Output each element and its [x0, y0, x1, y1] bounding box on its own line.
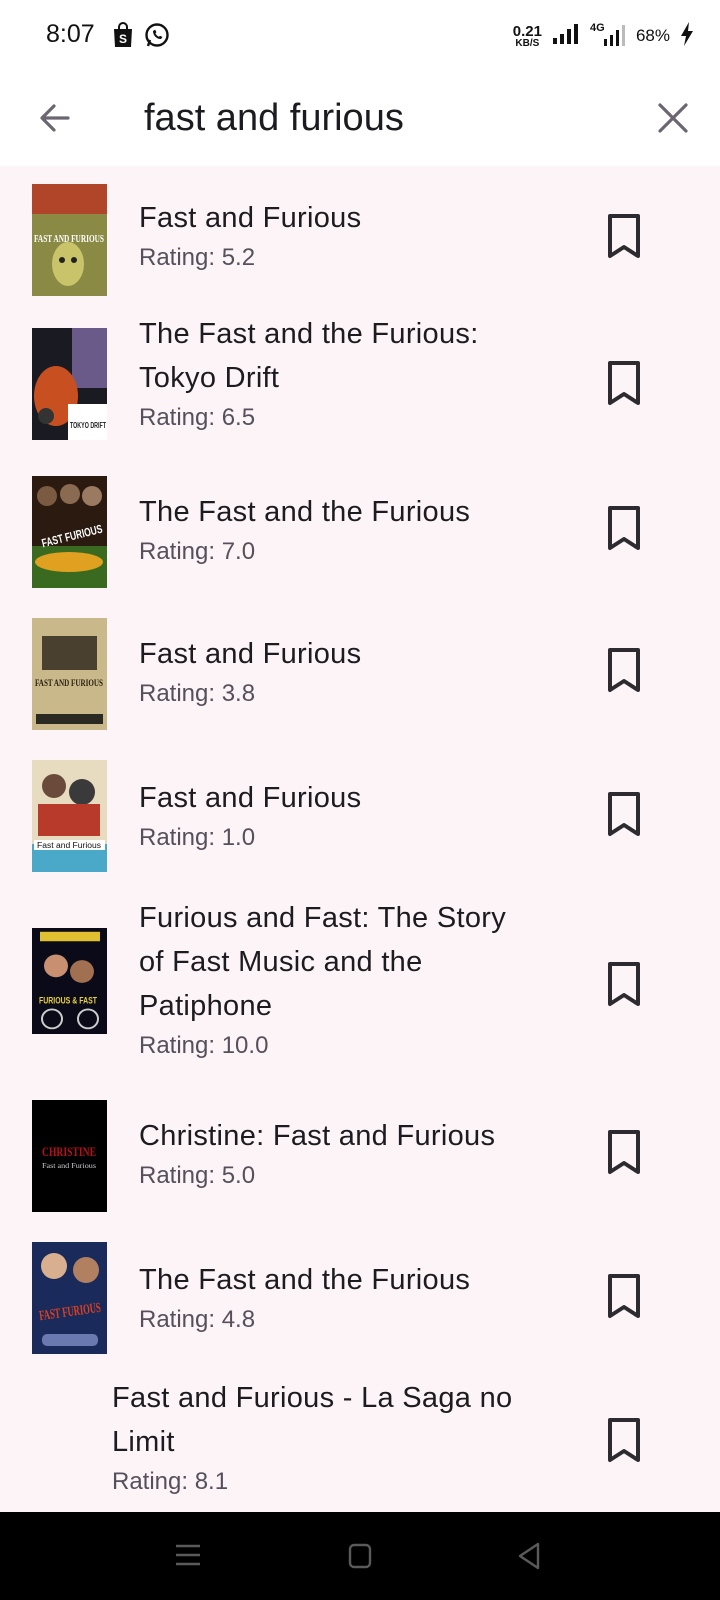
- movie-poster: Fast and Furious: [32, 760, 107, 872]
- arrow-left-icon: [40, 104, 70, 132]
- movie-rating: Rating: 3.8: [139, 680, 256, 707]
- movie-poster: CHRISTINE Fast and Furious: [32, 1100, 107, 1212]
- movie-poster: FURIOUS & FAST: [32, 928, 107, 1034]
- movie-title: Furious and Fast: The Story of Fast Musi…: [139, 902, 507, 1022]
- shopping-bag-icon: S: [112, 22, 134, 53]
- battery-level: 68%: [635, 26, 670, 45]
- menu-button[interactable]: [168, 1540, 208, 1572]
- movie-title: Fast and Furious: [139, 782, 362, 814]
- charging-icon: [680, 21, 694, 51]
- back-button[interactable]: [34, 97, 76, 139]
- menu-icon: [176, 1544, 200, 1566]
- svg-text:Fast and Furious: Fast and Furious: [37, 841, 101, 850]
- bookmark-icon[interactable]: [604, 212, 644, 262]
- movie-rating: Rating: 10.0: [139, 1032, 269, 1059]
- search-input[interactable]: [144, 90, 604, 146]
- bookmark-icon[interactable]: [604, 1128, 644, 1178]
- signal-icon: [552, 23, 580, 50]
- bookmark-icon[interactable]: [604, 960, 644, 1010]
- whatsapp-icon: [144, 22, 170, 53]
- list-item[interactable]: FAST FURIOUS The Fast and the Furious Ra…: [0, 1226, 720, 1368]
- list-item[interactable]: CHRISTINE Fast and Furious Christine: Fa…: [0, 1082, 720, 1226]
- movie-title: The Fast and the Furious: [139, 1264, 471, 1296]
- movie-rating: Rating: 6.5: [139, 404, 256, 431]
- movie-poster: FAST FURIOUS: [32, 1242, 107, 1354]
- svg-text:Fast and Furious: Fast and Furious: [42, 1162, 96, 1170]
- bookmark-icon[interactable]: [604, 790, 644, 840]
- close-icon: [658, 103, 688, 133]
- list-item[interactable]: FURIOUS & FAST Furious and Fast: The Sto…: [0, 886, 720, 1082]
- movie-rating: Rating: 5.0: [139, 1162, 256, 1189]
- movie-poster: TOKYO DRIFT: [32, 328, 107, 440]
- list-item[interactable]: FAST AND FURIOUS Fast and Furious Rating…: [0, 600, 720, 744]
- search-results-list[interactable]: FAST AND FURIOUS Fast and Furious Rating…: [0, 166, 720, 1512]
- movie-poster: FAST AND FURIOUS: [32, 618, 107, 730]
- bookmark-icon[interactable]: [604, 1416, 644, 1466]
- bookmark-icon[interactable]: [604, 646, 644, 696]
- bookmark-icon[interactable]: [604, 504, 644, 554]
- search-app-bar: [0, 70, 720, 166]
- movie-poster: FAST FURIOUS: [32, 476, 107, 588]
- triangle-back-icon: [518, 1542, 540, 1570]
- movie-title: The Fast and the Furious: Tokyo Drift: [139, 318, 479, 394]
- status-time: 8:07: [46, 20, 95, 48]
- bookmark-icon[interactable]: [604, 1272, 644, 1322]
- back-nav-button[interactable]: [510, 1540, 550, 1572]
- network-speed: 0.21 KB/S: [512, 22, 542, 49]
- bookmark-icon[interactable]: [604, 359, 644, 409]
- signal-4g-icon: 4G: [590, 22, 626, 48]
- system-navigation-bar: [0, 1512, 720, 1600]
- movie-rating: Rating: 1.0: [139, 824, 256, 851]
- list-item[interactable]: TOKYO DRIFT The Fast and the Furious: To…: [0, 308, 720, 458]
- clear-search-button[interactable]: [652, 97, 694, 139]
- svg-text:FAST AND FURIOUS: FAST AND FURIOUS: [35, 678, 103, 688]
- list-item[interactable]: FAST AND FURIOUS Fast and Furious Rating…: [0, 166, 720, 308]
- movie-title: Fast and Furious: [139, 638, 362, 670]
- movie-rating: Rating: 5.2: [139, 244, 256, 271]
- home-button[interactable]: [340, 1540, 380, 1572]
- list-item[interactable]: Fast and Furious - La Saga no Limit Rati…: [0, 1368, 720, 1512]
- movie-rating: Rating: 7.0: [139, 538, 256, 565]
- svg-text:S: S: [119, 32, 127, 46]
- movie-poster: FAST AND FURIOUS: [32, 184, 107, 296]
- movie-rating: Rating: 4.8: [139, 1306, 256, 1333]
- movie-title: Fast and Furious - La Saga no Limit: [112, 1382, 513, 1458]
- movie-title: The Fast and the Furious: [139, 496, 471, 528]
- svg-text:TOKYO DRIFT: TOKYO DRIFT: [70, 421, 106, 430]
- svg-text:FAST AND FURIOUS: FAST AND FURIOUS: [34, 233, 104, 245]
- movie-title: Fast and Furious: [139, 202, 362, 234]
- svg-text:CHRISTINE: CHRISTINE: [42, 1144, 96, 1159]
- list-item[interactable]: Fast and Furious Fast and Furious Rating…: [0, 744, 720, 886]
- list-item[interactable]: FAST FURIOUS The Fast and the Furious Ra…: [0, 458, 720, 600]
- status-bar: 8:07 S 0.21 KB/S 4G 68%: [0, 0, 720, 70]
- home-square-icon: [348, 1543, 372, 1569]
- svg-text:FURIOUS & FAST: FURIOUS & FAST: [39, 996, 97, 1007]
- movie-rating: Rating: 8.1: [112, 1468, 229, 1495]
- movie-title: Christine: Fast and Furious: [139, 1120, 496, 1152]
